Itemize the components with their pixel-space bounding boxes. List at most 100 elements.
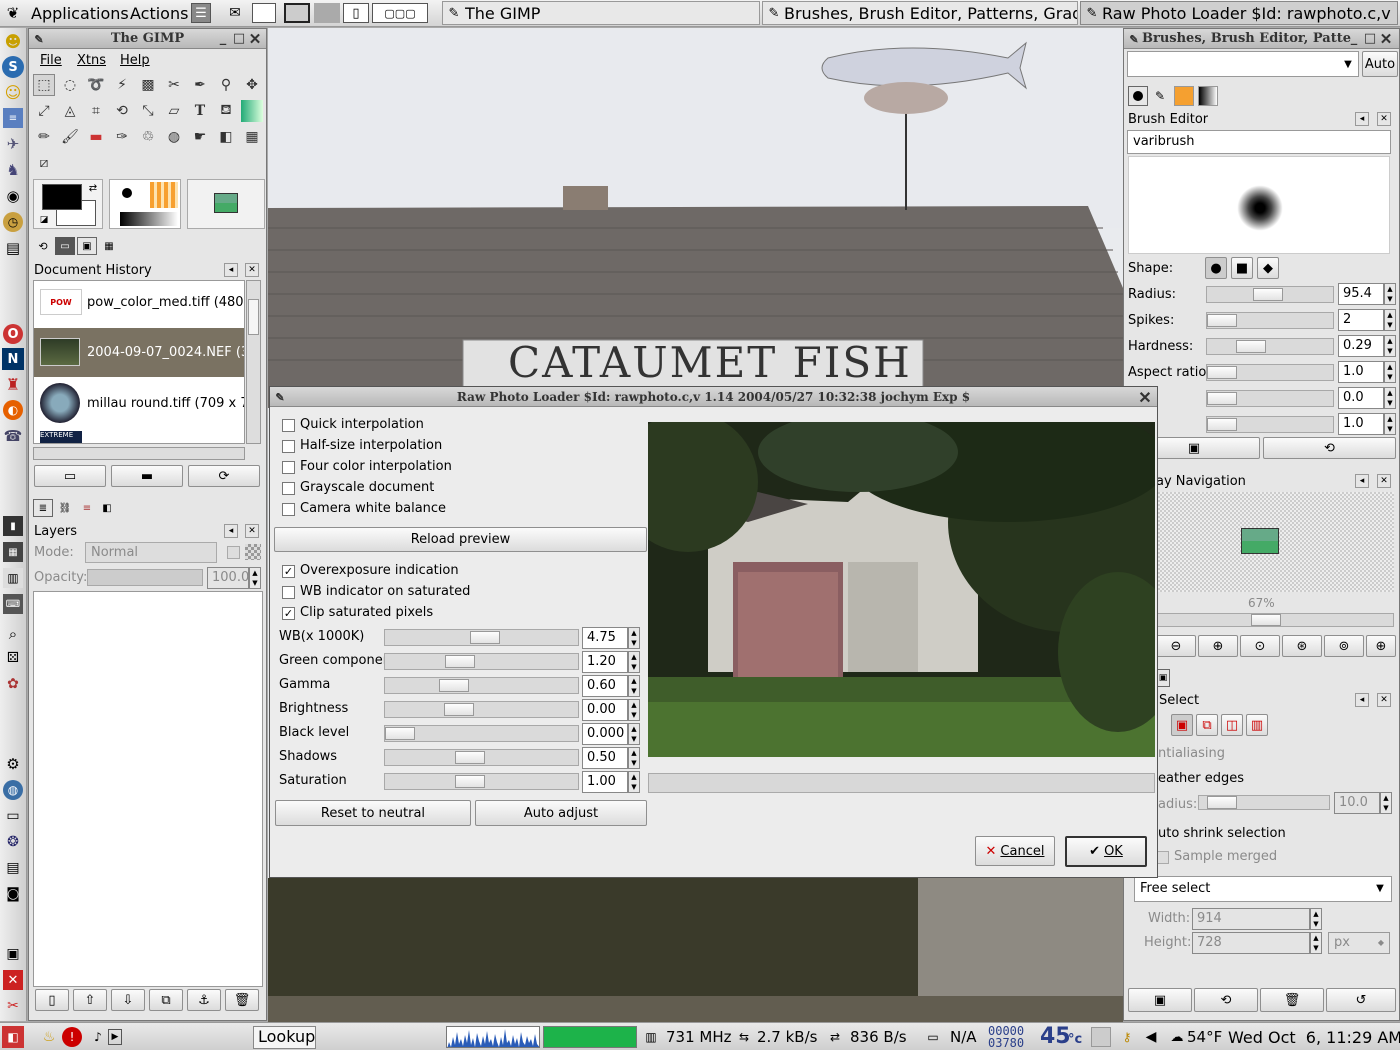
param-stepper[interactable]: ▲ ▼ xyxy=(1384,283,1396,305)
window-menu-icon[interactable]: ✎ xyxy=(1126,31,1142,47)
dock-tab-templates-icon[interactable]: ▦ xyxy=(99,237,119,255)
foreground-color-swatch[interactable] xyxy=(42,184,82,210)
dock-menu-icon[interactable]: ◂ xyxy=(224,263,238,277)
slider-thumb[interactable] xyxy=(455,751,485,764)
close-x-icon[interactable]: ✕ xyxy=(3,970,23,990)
fuzzy-select-tool-icon[interactable]: ⚡ xyxy=(111,74,133,96)
feather-radius-stepper[interactable]: ▲ ▼ xyxy=(1380,792,1392,814)
task-brushes[interactable]: ✎ Brushes, Brush Editor, Patterns, Gradi… xyxy=(762,1,1078,25)
param-slider-thumb[interactable] xyxy=(1207,314,1237,327)
brush-dock-menu-icon[interactable]: ◂ xyxy=(1355,112,1369,126)
measure-tool-icon[interactable]: ◬ xyxy=(59,100,81,122)
volume-icon[interactable]: ◀ xyxy=(1142,1028,1160,1046)
stop-icon[interactable]: ! xyxy=(62,1027,82,1047)
mode-replace-button[interactable]: ▣ xyxy=(1171,714,1193,736)
zoom-out-button[interactable]: ⊖ xyxy=(1156,635,1196,657)
rect-select-tool-icon[interactable]: ⬚ xyxy=(33,74,55,96)
value-input[interactable]: 0.00 xyxy=(582,699,628,721)
sound-control-icon[interactable]: ♪ xyxy=(88,1027,108,1047)
zoom-fit-button[interactable]: ⊛ xyxy=(1282,635,1322,657)
workspace-5-icon[interactable]: ▢▢▢ xyxy=(372,3,428,23)
slider-thumb[interactable] xyxy=(470,631,500,644)
mode-subtract-button[interactable]: ◫ xyxy=(1221,714,1243,736)
tab-gradients-icon[interactable] xyxy=(1198,86,1218,106)
slider-thumb[interactable] xyxy=(439,679,469,692)
value-input[interactable]: 1.00 xyxy=(582,771,628,793)
antialias-option[interactable]: ntialiasing xyxy=(1158,746,1225,761)
value-stepper[interactable]: ▲ ▼ xyxy=(628,747,640,769)
param-input[interactable]: 95.4 xyxy=(1338,283,1384,305)
zoom-slider-thumb[interactable] xyxy=(1251,614,1281,626)
param-stepper[interactable]: ▲ ▼ xyxy=(1384,361,1396,383)
workspace-4-icon[interactable]: ▯ xyxy=(343,3,369,23)
options-delete-button[interactable]: 🗑 xyxy=(1260,988,1324,1012)
color-select-tool-icon[interactable]: ▩ xyxy=(137,74,159,96)
param-slider-thumb[interactable] xyxy=(1207,392,1237,405)
value-stepper[interactable]: ▲ ▼ xyxy=(628,771,640,793)
scale-tool-icon[interactable]: ⤡ xyxy=(137,100,159,122)
window-menu-icon[interactable]: ✎ xyxy=(31,31,47,47)
shape-square-button[interactable]: ■ xyxy=(1231,257,1253,279)
actions-menu[interactable]: Actions xyxy=(130,4,188,23)
feather-radius-input[interactable]: 10.0 xyxy=(1334,792,1380,814)
launcher-gimp-icon[interactable]: ☰ xyxy=(191,3,211,23)
adjust-slider[interactable] xyxy=(384,701,579,718)
menu-file[interactable]: File xyxy=(40,53,62,68)
pencil-tool-icon[interactable]: ✏ xyxy=(33,126,55,148)
free-select-tool-icon[interactable]: ➰ xyxy=(85,74,107,96)
raise-layer-button[interactable]: ⇧ xyxy=(73,989,107,1011)
options-dock-menu-icon[interactable]: ◂ xyxy=(1355,693,1369,707)
paint-icon[interactable]: ✿ xyxy=(3,674,23,694)
option-checkbox[interactable] xyxy=(282,419,295,432)
param-slider[interactable] xyxy=(1206,312,1334,329)
adjust-slider[interactable] xyxy=(384,725,579,742)
param-slider-thumb[interactable] xyxy=(1207,366,1237,379)
param-slider[interactable] xyxy=(1206,338,1334,355)
close-icon[interactable]: ✕ xyxy=(1378,30,1394,48)
mode-add-button[interactable]: ⧉ xyxy=(1196,714,1218,736)
lamp-icon[interactable]: ♨ xyxy=(40,1027,58,1047)
disk-icon[interactable]: ◉ xyxy=(3,186,23,206)
duplicate-layer-button[interactable]: ⧉ xyxy=(149,989,183,1011)
adjust-slider[interactable] xyxy=(384,749,579,766)
lower-layer-button[interactable]: ⇩ xyxy=(111,989,145,1011)
new-layer-button[interactable]: ▯ xyxy=(35,989,69,1011)
tool-options-tab-icon[interactable]: ▣ xyxy=(1156,669,1170,687)
param-input[interactable]: 0.0 xyxy=(1338,387,1384,409)
scissors-tool-icon[interactable]: ✂ xyxy=(163,74,185,96)
feather-radius-slider[interactable] xyxy=(1198,795,1330,810)
swap-colors-icon[interactable]: ⇄ xyxy=(86,181,100,195)
param-input[interactable]: 2 xyxy=(1338,309,1384,331)
suse-icon[interactable]: S xyxy=(2,56,24,78)
param-input[interactable]: 1.0 xyxy=(1338,361,1384,383)
param-stepper[interactable]: ▲ ▼ xyxy=(1384,335,1396,357)
auto-shrink-option[interactable]: uto shrink selection xyxy=(1158,826,1286,841)
list-item[interactable]: POW pow_color_med.tiff (480 x 2 xyxy=(34,281,244,326)
brush-name-input[interactable]: varibrush xyxy=(1127,130,1391,154)
show-desktop-icon[interactable]: ◧ xyxy=(2,1026,24,1048)
dock-tab-channels-icon[interactable]: ⛓ xyxy=(55,499,75,517)
smiley-icon[interactable]: ☺ xyxy=(3,82,23,102)
value-input[interactable]: 1.20 xyxy=(582,651,628,673)
param-stepper[interactable]: ▲ ▼ xyxy=(1384,387,1396,409)
param-slider[interactable] xyxy=(1206,416,1334,433)
adjust-slider[interactable] xyxy=(384,653,579,670)
history-open-button[interactable]: ▭ xyxy=(34,465,106,487)
paths-tool-icon[interactable]: ✒ xyxy=(189,74,211,96)
param-input[interactable]: 1.0 xyxy=(1338,413,1384,435)
clone-tool-icon[interactable]: ♲ xyxy=(137,126,159,148)
adjust-slider[interactable] xyxy=(384,773,579,790)
value-stepper[interactable]: ▲ ▼ xyxy=(628,699,640,721)
tab-brushes-icon[interactable] xyxy=(1128,86,1148,106)
reload-preview-button[interactable]: Reload preview xyxy=(274,527,647,552)
flip-tool-icon[interactable]: ⧄ xyxy=(33,152,55,174)
mail-icon[interactable]: ✉ xyxy=(223,3,247,23)
netscape-icon[interactable]: N xyxy=(2,348,24,370)
gears-icon[interactable]: ⚙ xyxy=(3,754,23,774)
mode-intersect-button[interactable]: ▥ xyxy=(1246,714,1268,736)
menu-xtns[interactable]: Xtns xyxy=(77,53,106,68)
tab-brush-editor-icon[interactable]: ✎ xyxy=(1150,86,1170,106)
smudge-tool-icon[interactable]: ☛ xyxy=(189,126,211,148)
zoom-extra-button[interactable]: ⊕ xyxy=(1366,635,1396,657)
clock-icon[interactable]: ◷ xyxy=(3,212,23,232)
